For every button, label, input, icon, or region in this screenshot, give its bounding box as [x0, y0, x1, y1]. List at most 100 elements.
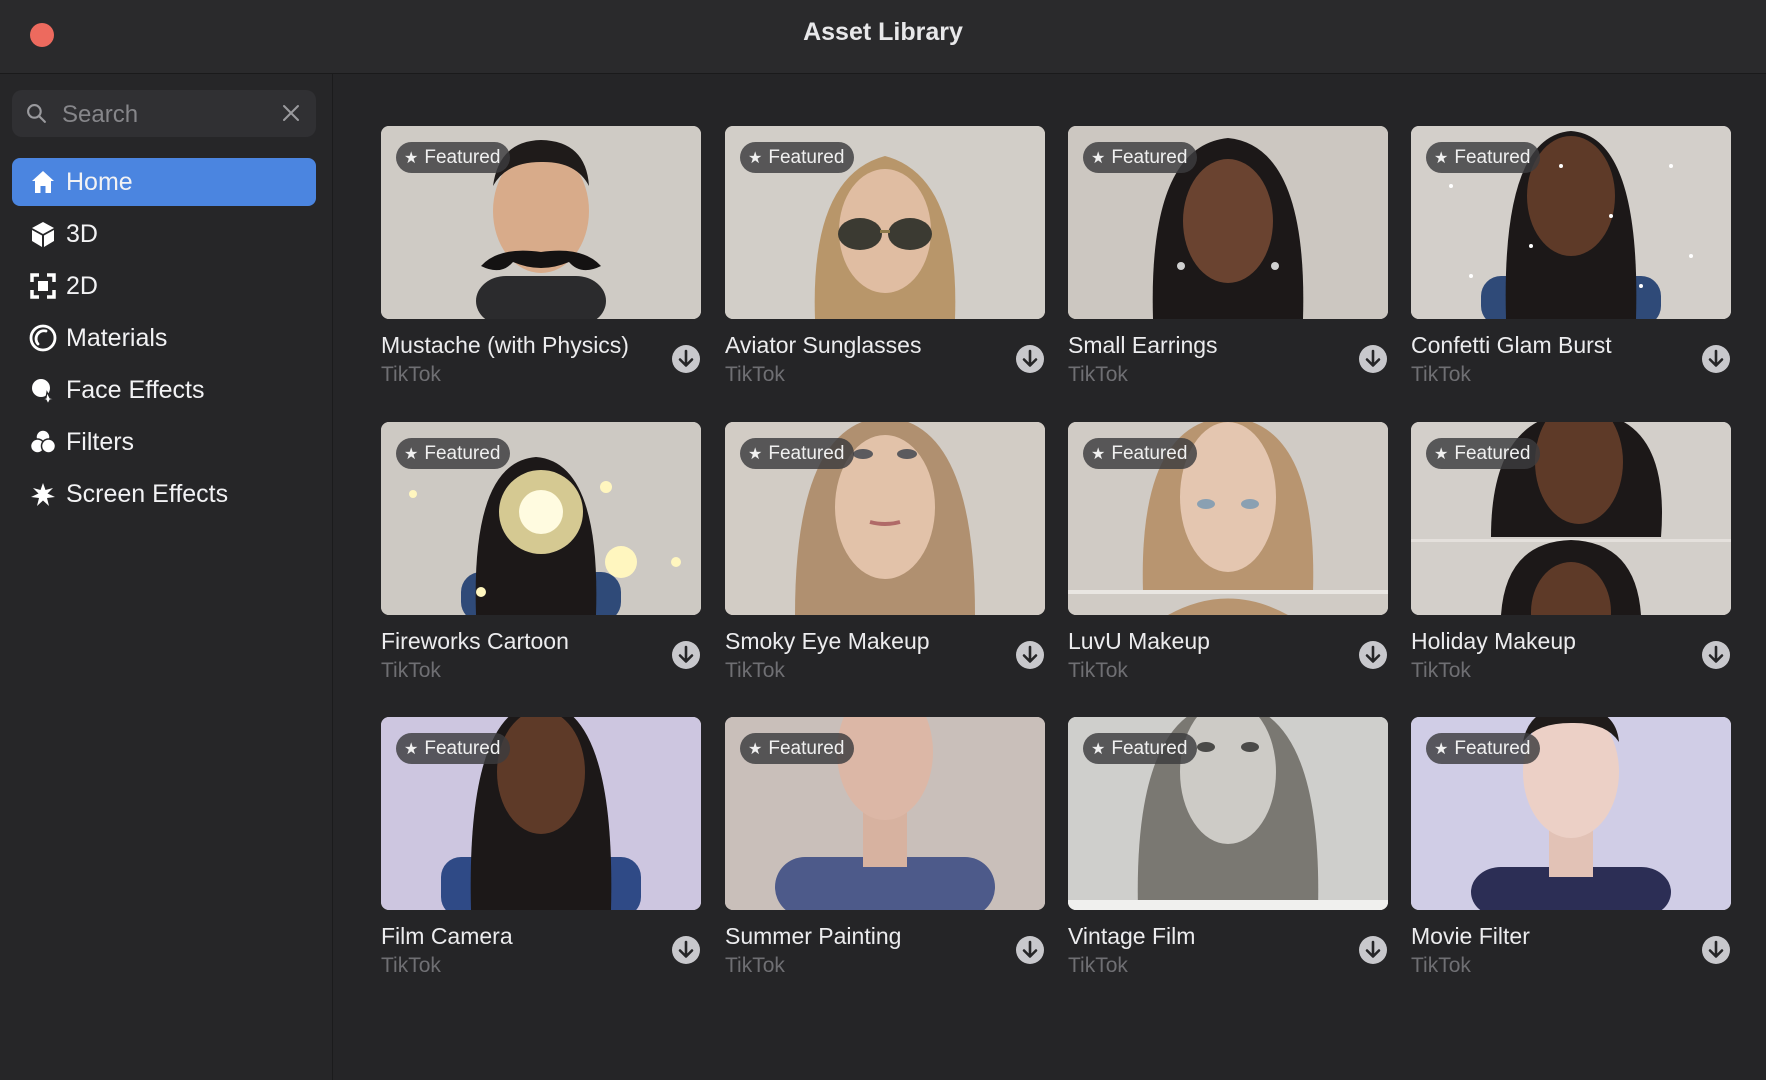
star-icon: ★	[404, 740, 419, 758]
featured-badge: ★ Featured	[1083, 438, 1198, 469]
asset-card[interactable]: ★ Featured Confetti Glam Burst TikTok	[1411, 126, 1731, 396]
asset-thumbnail: ★ Featured	[1068, 422, 1388, 615]
asset-author: TikTok	[1411, 954, 1471, 977]
sidebar-item-filters[interactable]: Filters	[12, 418, 316, 466]
asset-card[interactable]: ★ Featured Fireworks Cartoon TikTok	[381, 422, 701, 692]
sidebar-item-materials[interactable]: Materials	[12, 314, 316, 362]
asset-author: TikTok	[1411, 363, 1471, 386]
title-bar: Asset Library	[0, 0, 1766, 74]
asset-thumbnail: ★ Featured	[1411, 422, 1731, 615]
featured-badge: ★ Featured	[1426, 142, 1541, 173]
asset-name: LuvU Makeup	[1068, 628, 1210, 654]
featured-badge: ★ Featured	[1083, 733, 1198, 764]
asset-name: Holiday Makeup	[1411, 628, 1576, 654]
asset-card[interactable]: ★ Featured Small Earrings TikTok	[1068, 126, 1388, 396]
download-icon[interactable]	[671, 344, 701, 374]
asset-thumbnail: ★ Featured	[381, 717, 701, 910]
download-icon[interactable]	[1015, 344, 1045, 374]
home-icon	[28, 167, 58, 197]
asset-author: TikTok	[1068, 363, 1128, 386]
asset-name: Smoky Eye Makeup	[725, 628, 930, 654]
sidebar-item-label: Filters	[66, 427, 135, 456]
sidebar-nav: Home 3D 2D Materials Face Effects Filter…	[12, 158, 316, 522]
clear-search-icon[interactable]	[282, 104, 300, 122]
face-effects-icon	[28, 375, 58, 405]
asset-grid: ★ Featured Mustache (with Physics) TikTok…	[333, 74, 1766, 1080]
featured-badge: ★ Featured	[396, 142, 511, 173]
asset-name: Summer Painting	[725, 923, 902, 949]
asset-author: TikTok	[1068, 659, 1128, 682]
asset-card[interactable]: ★ Featured Film Camera TikTok	[381, 717, 701, 987]
download-icon[interactable]	[1358, 935, 1388, 965]
asset-name: Small Earrings	[1068, 332, 1218, 358]
asset-author: TikTok	[381, 659, 441, 682]
sidebar-item-screen-effects[interactable]: Screen Effects	[12, 470, 316, 518]
sidebar-item-3d[interactable]: 3D	[12, 210, 316, 258]
star-icon: ★	[1434, 149, 1449, 167]
asset-thumbnail: ★ Featured	[381, 126, 701, 319]
star-icon: ★	[1091, 149, 1106, 167]
sidebar-item-label: 3D	[66, 219, 98, 248]
featured-badge: ★ Featured	[1426, 733, 1541, 764]
materials-icon	[28, 323, 58, 353]
asset-card[interactable]: ★ Featured Aviator Sunglasses TikTok	[725, 126, 1045, 396]
asset-name: Movie Filter	[1411, 923, 1530, 949]
asset-card[interactable]: ★ Featured Smoky Eye Makeup TikTok	[725, 422, 1045, 692]
sidebar-item-home[interactable]: Home	[12, 158, 316, 206]
featured-badge: ★ Featured	[740, 733, 855, 764]
asset-thumbnail: ★ Featured	[725, 126, 1045, 319]
asset-thumbnail: ★ Featured	[1411, 126, 1731, 319]
sidebar-item-label: Home	[66, 167, 133, 196]
screen-effects-icon	[28, 479, 58, 509]
sidebar: Home 3D 2D Materials	[0, 74, 333, 1080]
sidebar-item-face-effects[interactable]: Face Effects	[12, 366, 316, 414]
sidebar-item-label: Face Effects	[66, 375, 205, 404]
download-icon[interactable]	[671, 640, 701, 670]
sidebar-item-2d[interactable]: 2D	[12, 262, 316, 310]
asset-author: TikTok	[1068, 954, 1128, 977]
asset-name: Fireworks Cartoon	[381, 628, 569, 654]
search-input[interactable]	[60, 96, 284, 133]
asset-thumbnail: ★ Featured	[725, 422, 1045, 615]
star-icon: ★	[404, 445, 419, 463]
star-icon: ★	[1434, 445, 1449, 463]
star-icon: ★	[748, 740, 763, 758]
star-icon: ★	[1434, 740, 1449, 758]
star-icon: ★	[748, 445, 763, 463]
download-icon[interactable]	[1015, 640, 1045, 670]
asset-thumbnail: ★ Featured	[1068, 717, 1388, 910]
frame-icon	[28, 271, 58, 301]
featured-badge: ★ Featured	[740, 438, 855, 469]
download-icon[interactable]	[1701, 935, 1731, 965]
sidebar-item-label: 2D	[66, 271, 98, 300]
search-box	[12, 90, 316, 137]
star-icon: ★	[1091, 740, 1106, 758]
sidebar-item-label: Screen Effects	[66, 479, 229, 508]
asset-author: TikTok	[725, 954, 785, 977]
sidebar-item-label: Materials	[66, 323, 168, 352]
asset-card[interactable]: ★ Featured Movie Filter TikTok	[1411, 717, 1731, 987]
download-icon[interactable]	[1358, 344, 1388, 374]
asset-card[interactable]: ★ Featured Summer Painting TikTok	[725, 717, 1045, 987]
asset-card[interactable]: ★ Featured Mustache (with Physics) TikTok	[381, 126, 701, 396]
filters-icon	[28, 427, 58, 457]
download-icon[interactable]	[1358, 640, 1388, 670]
download-icon[interactable]	[1015, 935, 1045, 965]
window-title: Asset Library	[803, 18, 963, 46]
download-icon[interactable]	[1701, 344, 1731, 374]
asset-card[interactable]: ★ Featured LuvU Makeup TikTok	[1068, 422, 1388, 692]
asset-thumbnail: ★ Featured	[725, 717, 1045, 910]
asset-card[interactable]: ★ Featured Vintage Film TikTok	[1068, 717, 1388, 987]
download-icon[interactable]	[1701, 640, 1731, 670]
asset-card[interactable]: ★ Featured Holiday Makeup TikTok	[1411, 422, 1731, 692]
download-icon[interactable]	[671, 935, 701, 965]
asset-library-window: Asset Library Home	[0, 0, 1766, 1080]
asset-author: TikTok	[381, 363, 441, 386]
asset-author: TikTok	[725, 363, 785, 386]
asset-name: Film Camera	[381, 923, 513, 949]
asset-thumbnail: ★ Featured	[1068, 126, 1388, 319]
featured-badge: ★ Featured	[1426, 438, 1541, 469]
asset-author: TikTok	[725, 659, 785, 682]
asset-name: Confetti Glam Burst	[1411, 332, 1612, 358]
asset-thumbnail: ★ Featured	[381, 422, 701, 615]
